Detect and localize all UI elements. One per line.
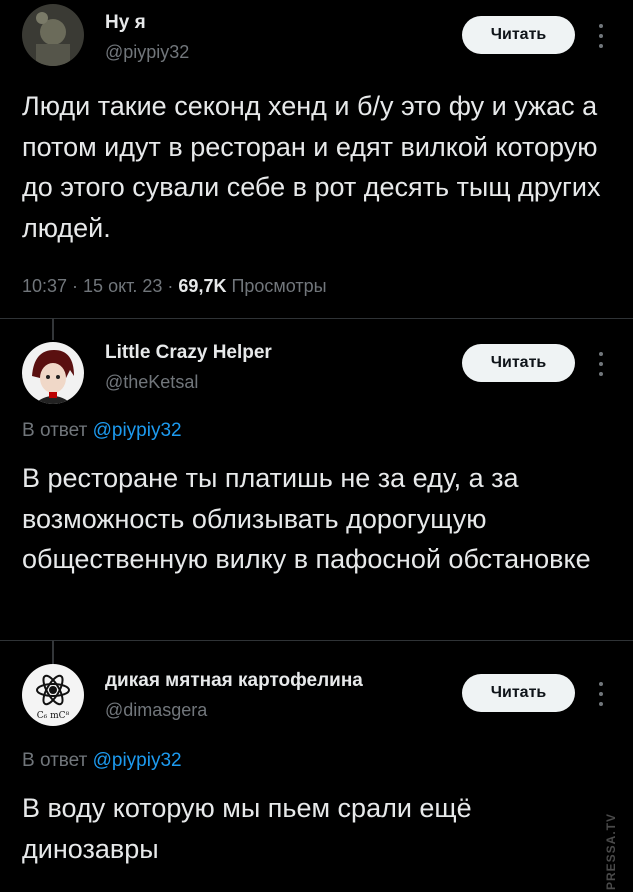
- reply-prefix: В ответ: [22, 750, 93, 771]
- reply-prefix: В ответ: [22, 420, 93, 441]
- tweet-2: Little Crazy Helper @theKetsal Читать В …: [0, 320, 633, 650]
- tweet-text: В воду которую мы пьем срали ещё динозав…: [22, 793, 472, 864]
- avatar-caption: C₆ mC⁸: [37, 711, 70, 721]
- reply-to: В ответ @piypiy32: [22, 750, 182, 772]
- author-name[interactable]: дикая мятная картофелина: [105, 670, 363, 692]
- reply-to: В ответ @piypiy32: [22, 420, 182, 442]
- author-name[interactable]: Little Crazy Helper: [105, 342, 272, 364]
- more-options-icon[interactable]: [596, 24, 606, 48]
- more-options-icon[interactable]: [596, 682, 606, 706]
- views-label: Просмотры: [226, 276, 327, 296]
- tweet-1: Ну я @piypiy32 Читать Люди такие секонд …: [0, 0, 633, 320]
- tweet-timestamp[interactable]: 10:37 · 15 окт. 23 ·: [22, 276, 178, 296]
- reply-handle-link[interactable]: @piypiy32: [93, 420, 182, 441]
- reply-handle-link[interactable]: @piypiy32: [93, 750, 182, 771]
- tweet-text: В ресторане ты платишь не за еду, а за в…: [22, 463, 591, 574]
- tweet-meta: 10:37 · 15 окт. 23 · 69,7K Просмотры: [22, 276, 327, 297]
- follow-button[interactable]: Читать: [462, 344, 575, 382]
- avatar[interactable]: [22, 4, 84, 66]
- author-handle[interactable]: @theKetsal: [105, 372, 198, 393]
- author-handle[interactable]: @dimasgera: [105, 700, 207, 721]
- more-options-icon[interactable]: [596, 352, 606, 376]
- avatar[interactable]: [22, 342, 84, 404]
- author-name[interactable]: Ну я: [105, 12, 146, 34]
- author-handle[interactable]: @piypiy32: [105, 42, 189, 63]
- views-count: 69,7K: [178, 276, 227, 296]
- divider: [0, 318, 633, 319]
- follow-button[interactable]: Читать: [462, 16, 575, 54]
- tweet-text: Люди такие секонд хенд и б/у это фу и уж…: [22, 91, 601, 243]
- watermark: PRESSA.TV: [604, 812, 618, 890]
- tweet-3: C₆ mC⁸ дикая мятная картофелина @dimasge…: [0, 640, 633, 892]
- follow-button[interactable]: Читать: [462, 674, 575, 712]
- avatar[interactable]: C₆ mC⁸: [22, 664, 84, 726]
